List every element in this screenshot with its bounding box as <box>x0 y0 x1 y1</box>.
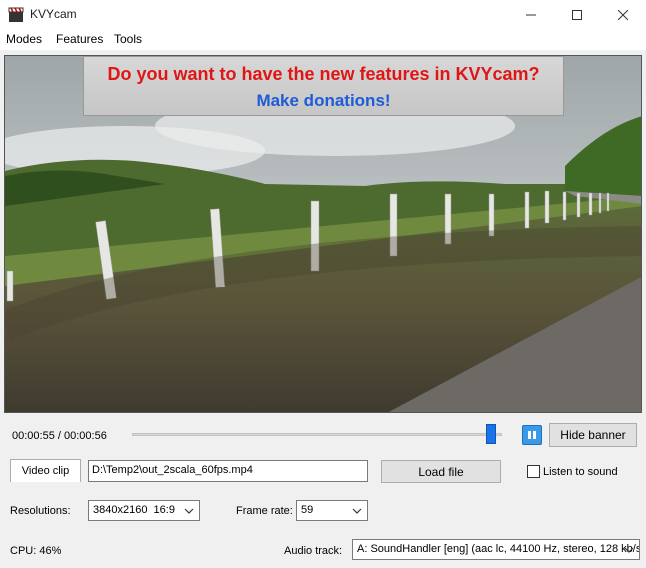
banner-headline: Do you want to have the new features in … <box>107 64 540 84</box>
minimize-icon <box>526 14 536 16</box>
resolution-value: 3840x2160 16:9 <box>93 504 175 516</box>
playback-time: 00:00:55 / 00:00:56 <box>12 430 107 442</box>
clapperboard-icon <box>8 7 24 22</box>
donation-banner[interactable]: Do you want to have the new features in … <box>83 56 564 116</box>
video-preview[interactable]: Do you want to have the new features in … <box>4 55 642 413</box>
frame-rate-value: 59 <box>301 504 314 516</box>
pause-icon <box>528 431 536 439</box>
audio-track-label: Audio track: <box>284 545 343 557</box>
title-bar: KVYcam <box>0 0 646 30</box>
resolution-select[interactable]: 3840x2160 16:9 <box>88 500 200 521</box>
tab-video-clip[interactable]: Video clip <box>10 459 81 482</box>
audio-track-select[interactable]: A: SoundHandler [eng] (aac lc, 44100 Hz,… <box>352 539 640 560</box>
chevron-down-icon <box>352 508 362 514</box>
frame-rate-select[interactable]: 59 <box>296 500 368 521</box>
donation-link[interactable]: Make donations! <box>84 91 563 111</box>
menu-modes[interactable]: Modes <box>6 32 42 46</box>
menu-tools[interactable]: Tools <box>114 32 142 46</box>
resolutions-label: Resolutions: <box>10 505 71 517</box>
listen-to-sound-label: Listen to sound <box>543 466 618 478</box>
menu-bar: Modes Features Tools <box>0 30 646 50</box>
chevron-down-icon <box>184 508 194 514</box>
pause-button[interactable] <box>522 425 542 445</box>
audio-track-value: A: SoundHandler [eng] (aac lc, 44100 Hz,… <box>357 543 640 555</box>
frame-rate-label: Frame rate: <box>236 505 293 517</box>
cpu-usage: CPU: 46% <box>10 545 62 557</box>
seek-slider-thumb[interactable] <box>485 424 496 444</box>
file-path-field[interactable]: D:\Temp2\out_2scala_60fps.mp4 <box>88 460 368 482</box>
minimize-button[interactable] <box>508 0 554 30</box>
chevron-down-icon <box>624 547 634 553</box>
close-icon <box>618 10 628 20</box>
seek-slider-track[interactable] <box>132 433 502 436</box>
load-file-button[interactable]: Load file <box>381 460 501 483</box>
listen-to-sound-checkbox[interactable] <box>527 465 540 478</box>
menu-features[interactable]: Features <box>56 32 103 46</box>
close-button[interactable] <box>600 0 646 30</box>
hide-banner-button[interactable]: Hide banner <box>549 423 637 447</box>
window-title: KVYcam <box>30 7 77 21</box>
maximize-icon <box>572 10 582 20</box>
maximize-button[interactable] <box>554 0 600 30</box>
